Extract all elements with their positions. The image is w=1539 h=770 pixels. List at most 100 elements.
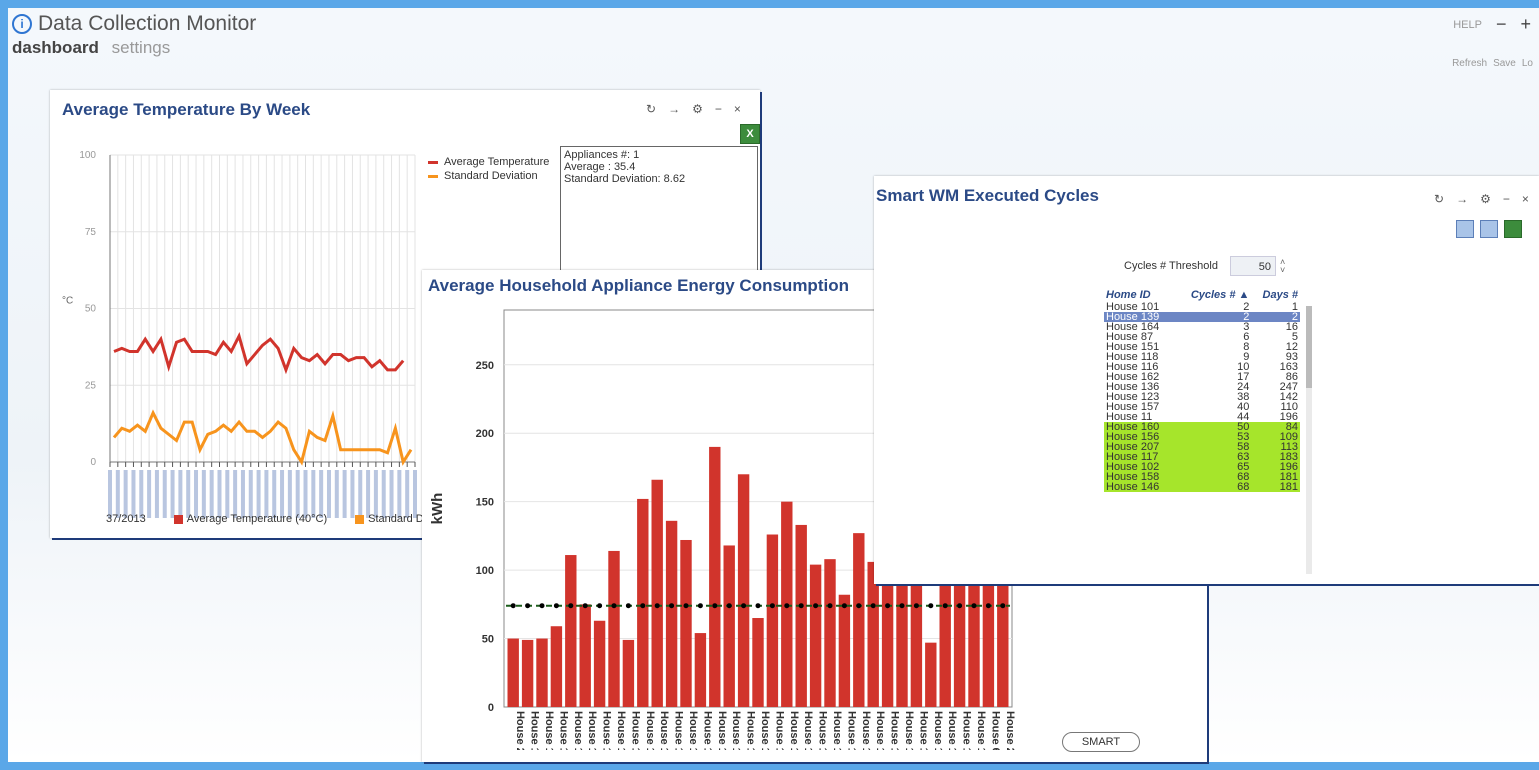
energy-panel-title: Average Household Appliance Energy Consu… — [428, 276, 849, 295]
legend-average-temperature: Average Temperature — [444, 156, 550, 168]
refresh-icon[interactable]: ↻ — [1434, 192, 1444, 206]
x-tick-label — [334, 470, 339, 518]
bar — [997, 583, 1009, 707]
x-tick-label — [381, 470, 386, 518]
header-days[interactable]: Days # — [1251, 288, 1300, 302]
footer-avg-label: Average Temperature (40°C) — [186, 513, 328, 525]
bar — [766, 534, 779, 707]
window-frame-bottom — [0, 762, 1539, 770]
minimize-icon[interactable]: − — [1503, 192, 1510, 206]
minimize-icon[interactable]: − — [1496, 14, 1507, 35]
table-row[interactable]: House 146 68 181 — [1104, 482, 1300, 493]
bar — [824, 559, 836, 707]
bar — [737, 474, 750, 707]
stepper-icon[interactable]: ˄ ˅ — [1280, 258, 1285, 275]
average-marker — [726, 603, 732, 609]
scrollbar-thumb[interactable] — [1306, 306, 1312, 388]
x-tick-label — [272, 470, 277, 518]
footer-week: 37/2013 — [106, 513, 146, 525]
x-tick-label — [154, 470, 159, 518]
x-tick-label — [342, 470, 347, 518]
x-tick-label — [319, 470, 324, 518]
cycles-panel: Smart WM Executed Cycles ↻ → ⚙ − × Cycle… — [874, 176, 1539, 584]
x-tick-label — [139, 470, 144, 518]
x-tick-label: House 134 — [701, 711, 713, 750]
save-link[interactable]: Save — [1493, 58, 1516, 69]
bar — [680, 539, 692, 707]
x-tick-label: House 103 — [975, 711, 987, 750]
threshold-input[interactable]: 50 — [1229, 256, 1276, 276]
x-tick-label: House 107 — [946, 711, 958, 750]
gear-icon[interactable]: ⚙ — [692, 102, 703, 116]
cycles-panel-title: Smart WM Executed Cycles — [876, 186, 1099, 205]
y-tick-label: 100 — [476, 565, 494, 577]
close-icon[interactable]: × — [1522, 192, 1529, 206]
average-marker — [553, 603, 559, 609]
x-tick-label: House 125 — [802, 711, 814, 750]
footer-std-label: Standard D — [368, 513, 424, 525]
x-tick-label: House 142 — [629, 711, 641, 750]
arrow-right-icon[interactable]: → — [668, 102, 680, 116]
x-tick-label: House 129 — [759, 711, 771, 750]
y-tick-label: 50 — [482, 634, 494, 646]
legend-standard-deviation: Standard Deviation — [444, 170, 538, 182]
y-tick-label: 150 — [476, 497, 494, 509]
average-marker — [640, 603, 646, 609]
x-tick-label — [389, 470, 394, 518]
minimize-icon[interactable]: − — [715, 102, 722, 116]
bar — [665, 520, 678, 707]
header-home-id[interactable]: Home ID — [1104, 288, 1174, 302]
smart-button[interactable]: SMART — [1062, 732, 1140, 752]
bar — [593, 620, 606, 707]
x-tick-label — [350, 470, 355, 518]
x-tick-label — [201, 470, 206, 518]
nav-settings[interactable]: settings — [112, 38, 171, 57]
x-tick-label — [413, 470, 417, 518]
bar — [550, 626, 563, 707]
x-tick-label — [366, 470, 371, 518]
bar — [838, 594, 851, 707]
x-tick-label: House 108 — [932, 711, 944, 750]
bar — [809, 564, 822, 707]
close-icon[interactable]: × — [734, 102, 741, 116]
table-view-icon[interactable] — [1456, 220, 1474, 238]
nav-dashboard[interactable]: dashboard — [12, 38, 99, 57]
chart-view-icon[interactable] — [1480, 220, 1498, 238]
x-tick-label: House 137 — [673, 711, 685, 750]
x-tick-label: House 121 — [831, 711, 843, 750]
excel-export-icon[interactable] — [1504, 220, 1522, 238]
standard-deviation-line — [112, 409, 413, 466]
bar — [565, 555, 577, 707]
refresh-icon[interactable]: ↻ — [646, 102, 656, 116]
temperature-panel-title: Average Temperature By Week — [62, 100, 311, 119]
average-marker — [813, 603, 819, 609]
x-tick-label — [280, 470, 285, 518]
window-frame-left — [0, 0, 8, 770]
average-marker — [870, 603, 876, 609]
help-link[interactable]: HELP — [1453, 19, 1482, 31]
info-average: Average : 35.4 — [564, 161, 636, 173]
scrollbar[interactable] — [1306, 306, 1312, 574]
bar — [853, 533, 865, 707]
bar — [953, 583, 966, 707]
add-icon[interactable]: + — [1520, 14, 1531, 35]
refresh-link[interactable]: Refresh — [1452, 58, 1487, 69]
x-tick-label — [240, 470, 245, 518]
x-tick-label: House 2 — [1004, 711, 1016, 750]
excel-export-icon[interactable]: X — [740, 124, 760, 144]
header-cycles[interactable]: Cycles # ▲ — [1174, 288, 1251, 302]
arrow-right-icon[interactable]: → — [1456, 192, 1468, 206]
y-tick-label: 25 — [85, 380, 97, 391]
average-marker — [913, 603, 919, 609]
x-tick-label — [248, 470, 253, 518]
bar — [939, 583, 951, 707]
x-tick-label — [108, 470, 112, 518]
average-marker — [885, 603, 891, 609]
bar — [795, 524, 807, 707]
cycles-table-wrap: Home ID Cycles # ▲ Days # House 101 2 1 Hou… — [1104, 288, 1316, 574]
x-tick-label — [194, 470, 199, 518]
gear-icon[interactable]: ⚙ — [1480, 192, 1491, 206]
x-tick-label — [178, 470, 183, 518]
help-bar: HELP − + — [1453, 14, 1531, 35]
lo-link[interactable]: Lo — [1522, 58, 1533, 69]
